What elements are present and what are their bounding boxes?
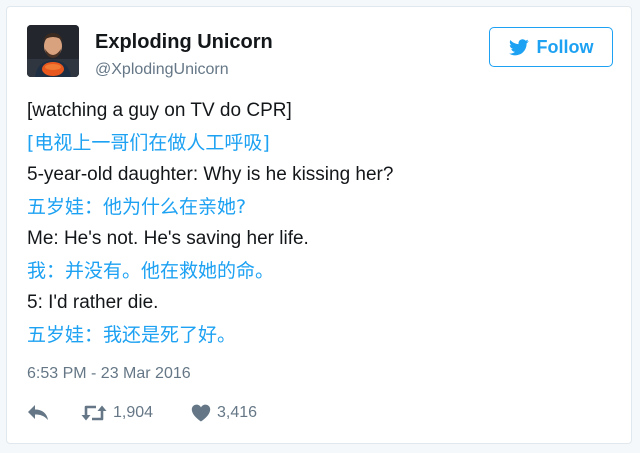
- follow-button-label: Follow: [536, 36, 594, 57]
- tweet-line: 5: I'd rather die.: [27, 292, 159, 313]
- tweet-line-translation: [电视上一哥们在做人工呼吸]: [27, 132, 270, 154]
- heart-icon: [191, 404, 211, 422]
- like-button[interactable]: 3,416: [191, 404, 257, 422]
- avatar[interactable]: [27, 25, 79, 77]
- tweet-line: [watching a guy on TV do CPR]: [27, 100, 292, 121]
- tweet-text: [watching a guy on TV do CPR] [电视上一哥们在做人…: [27, 95, 617, 351]
- tweet-actions: 1,904 3,416: [27, 401, 257, 425]
- bird-icon: [508, 38, 529, 56]
- tweet-line-translation: 五岁娃：我还是死了好。: [27, 324, 237, 346]
- user-handle[interactable]: @XplodingUnicorn: [95, 61, 229, 79]
- retweet-count: 1,904: [113, 404, 154, 421]
- retweet-icon: [81, 404, 107, 422]
- tweet-line: 5-year-old daughter: Why is he kissing h…: [27, 164, 394, 185]
- reply-button[interactable]: [27, 404, 81, 422]
- like-count: 3,416: [217, 404, 258, 421]
- tweet-timestamp[interactable]: 6:53 PM - 23 Mar 2016: [27, 365, 191, 383]
- avatar-image: [27, 25, 79, 77]
- tweet-line-translation: 我：并没有。他在救她的命。: [27, 260, 275, 282]
- display-name[interactable]: Exploding Unicorn: [95, 31, 273, 54]
- reply-icon: [27, 404, 49, 422]
- retweet-button[interactable]: 1,904: [81, 404, 191, 422]
- tweet-line: Me: He's not. He's saving her life.: [27, 228, 309, 249]
- tweet-line-translation: 五岁娃：他为什么在亲她?: [27, 196, 247, 218]
- follow-button[interactable]: Follow: [489, 27, 613, 67]
- tweet-card: Exploding Unicorn @XplodingUnicorn Follo…: [6, 6, 632, 444]
